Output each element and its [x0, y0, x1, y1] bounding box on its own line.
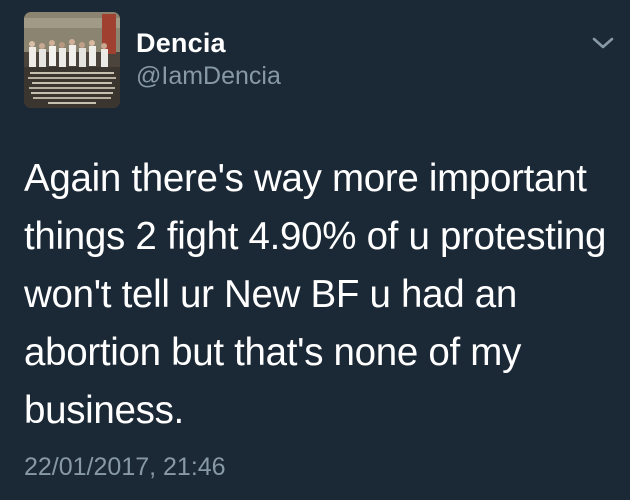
tweet-text-line: won't tell ur New BF u had an — [24, 273, 517, 316]
author-handle[interactable]: @IamDencia — [136, 62, 281, 91]
avatar-image — [24, 12, 120, 108]
tweet-text-line: Again there's way more important — [24, 157, 587, 200]
tweet-text: Again there's way more important things … — [24, 150, 624, 440]
tweet-text-line: abortion but that's none of my — [24, 331, 522, 374]
tweet-text-line: business. — [24, 389, 184, 432]
tweet-text-line: things 2 fight 4.90% of u protesting — [24, 215, 607, 258]
avatar[interactable] — [24, 12, 120, 108]
tweet-timestamp: 22/01/2017, 21:46 — [24, 453, 226, 481]
chevron-down-icon[interactable] — [590, 34, 616, 52]
author-name[interactable]: Dencia — [136, 28, 226, 59]
tweet-card: Dencia @IamDencia Again there's way more… — [0, 0, 630, 500]
